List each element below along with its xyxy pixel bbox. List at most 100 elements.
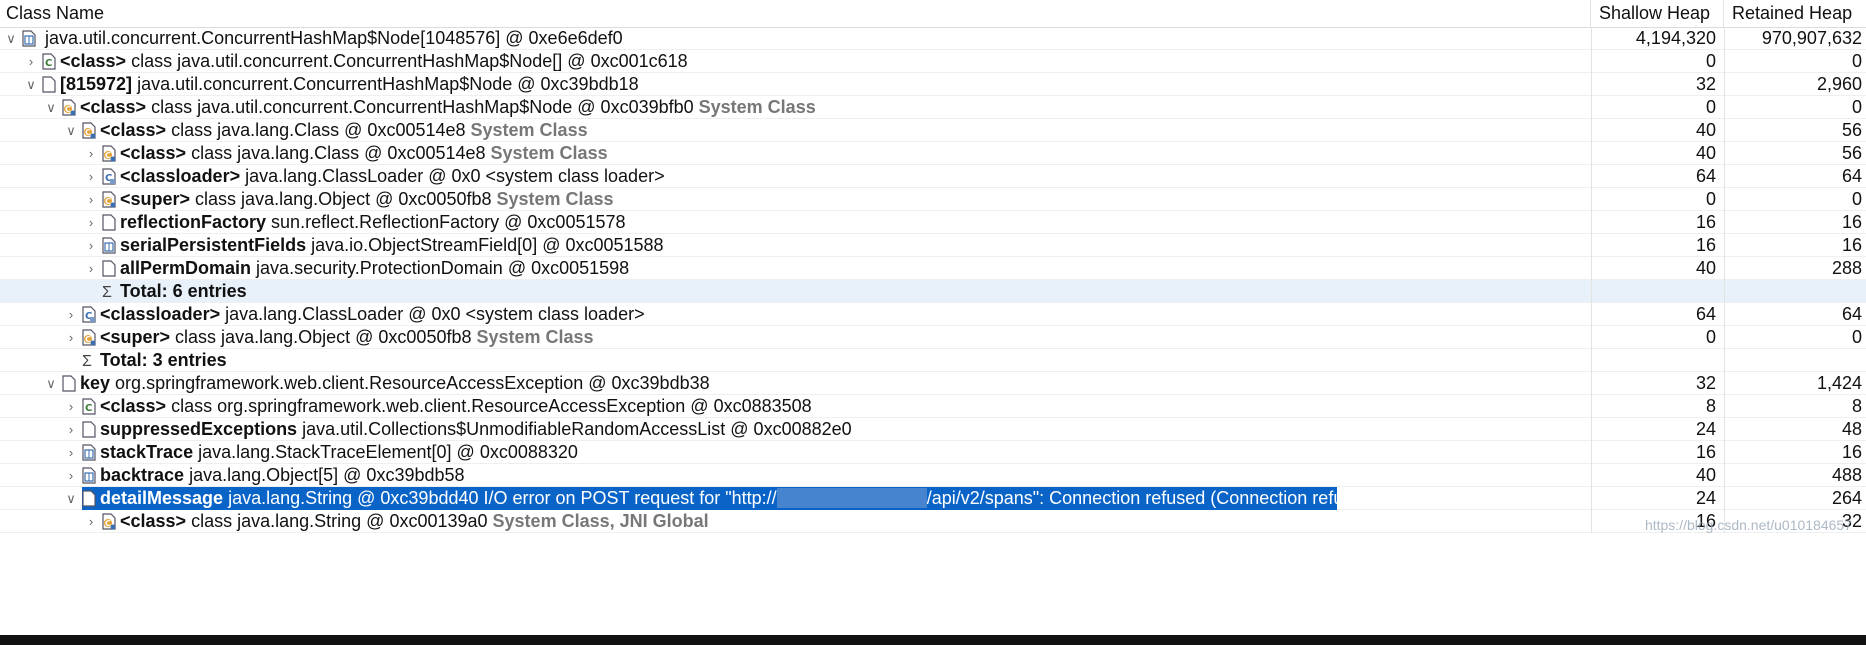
class-name-cell: allPermDomain java.security.ProtectionDo… [102, 257, 1591, 280]
shallow-heap-cell: 0 [1591, 50, 1724, 73]
column-header-class-name[interactable]: Class Name [0, 0, 1591, 27]
system-class-icon: C [62, 99, 76, 116]
table-row[interactable]: ∨ C <class> class java.util.concurrent.Con… [0, 96, 1866, 119]
table-row[interactable]: Σ Total: 3 entries [0, 349, 1866, 372]
class-name-cell: C <classloader> java.lang.ClassLoader @ 0… [82, 303, 1591, 326]
class-name-cell: java.util.concurrent.ConcurrentHashMap$N… [22, 27, 1591, 50]
table-row[interactable]: › C <class> class java.lang.Class @ 0xc005… [0, 142, 1866, 165]
field-name: detailMessage [100, 488, 224, 508]
chevron-right-icon[interactable]: › [64, 326, 78, 349]
table-row[interactable]: › reflectionFactory sun.reflect.Reflectio… [0, 211, 1866, 234]
chevron-down-icon[interactable]: ∨ [64, 119, 78, 142]
svg-text:C: C [85, 128, 91, 137]
object-icon [62, 375, 76, 392]
class-name-cell: C <class> class java.lang.String @ 0xc001… [102, 510, 1591, 533]
column-header-retained-heap[interactable]: Retained Heap [1724, 0, 1866, 27]
system-class-icon: C [102, 513, 116, 530]
chevron-right-icon[interactable]: › [84, 234, 98, 257]
table-row[interactable]: ∨ key org.springframework.web.client.Reso… [0, 372, 1866, 395]
system-class-icon: C [102, 145, 116, 162]
redacted-host [776, 488, 927, 508]
chevron-right-icon[interactable]: › [64, 395, 78, 418]
field-name: Total: 3 entries [100, 350, 227, 370]
shallow-heap-cell: 16 [1591, 234, 1724, 257]
column-header-shallow-heap[interactable]: Shallow Heap [1591, 0, 1724, 27]
chevron-down-icon[interactable]: ∨ [64, 487, 78, 510]
chevron-right-icon[interactable]: › [64, 441, 78, 464]
object-label: java.lang.ClassLoader @ 0x0 <system clas… [220, 304, 645, 324]
field-name: reflectionFactory [120, 212, 267, 232]
object-icon [82, 421, 96, 438]
table-header: Class Name Shallow Heap Retained Heap [0, 0, 1866, 28]
chevron-right-icon[interactable]: › [64, 303, 78, 326]
table-row[interactable]: › backtrace java.lang.Object[5] @ 0xc39bd… [0, 464, 1866, 487]
svg-text:C: C [105, 197, 111, 206]
table-row[interactable]: › C <class> class java.util.concurrent.Con… [0, 50, 1866, 73]
shallow-heap-cell: 24 [1591, 487, 1724, 510]
class-name-cell: Σ Total: 6 entries [102, 280, 1591, 303]
table-row[interactable]: › C <class> class org.springframework.web.… [0, 395, 1866, 418]
shallow-heap-cell: 40 [1591, 257, 1724, 280]
chevron-right-icon[interactable]: › [84, 510, 98, 533]
chevron-down-icon[interactable]: ∨ [44, 96, 58, 119]
object-label: java.util.concurrent.ConcurrentHashMap$N… [132, 74, 639, 94]
shallow-heap-cell: 4,194,320 [1591, 27, 1724, 50]
bottom-bar [0, 635, 1866, 645]
class-note: System Class [491, 189, 614, 209]
class-name-cell: suppressedExceptions java.util.Collectio… [82, 418, 1591, 441]
object-icon [102, 260, 116, 277]
table-row[interactable]: ∨ C <class> class java.lang.Class @ 0xc005… [0, 119, 1866, 142]
class-note: System Class [465, 120, 588, 140]
table-row[interactable]: › C <class> class java.lang.String @ 0xc00… [0, 510, 1866, 533]
array-icon [22, 30, 36, 47]
object-label: sun.reflect.ReflectionFactory @ 0xc00515… [266, 212, 626, 232]
chevron-right-icon[interactable]: › [84, 188, 98, 211]
class-note: System Class [485, 143, 608, 163]
table-row[interactable]: › C <classloader> java.lang.ClassLoader @ … [0, 165, 1866, 188]
chevron-right-icon[interactable]: › [24, 50, 38, 73]
chevron-right-icon[interactable]: › [64, 418, 78, 441]
table-row[interactable]: › allPermDomain java.security.ProtectionD… [0, 257, 1866, 280]
retained-heap-cell: 264 [1724, 487, 1866, 510]
chevron-down-icon[interactable]: ∨ [44, 372, 58, 395]
table-row[interactable]: ∨ [815972] java.util.concurrent.Concurren… [0, 73, 1866, 96]
table-row[interactable]: Σ Total: 6 entries [0, 280, 1866, 303]
object-label: org.springframework.web.client.ResourceA… [110, 373, 710, 393]
retained-heap-cell [1724, 349, 1866, 372]
table-row[interactable]: › suppressedExceptions java.util.Collecti… [0, 418, 1866, 441]
retained-heap-cell: 0 [1724, 326, 1866, 349]
table-row[interactable]: ∨ detailMessage java.lang.String @ 0xc39b… [0, 487, 1866, 510]
retained-heap-cell: 970,907,632 [1724, 27, 1866, 50]
shallow-heap-cell: 40 [1591, 142, 1724, 165]
table-row[interactable]: ∨ java.util.concurrent.ConcurrentHashMap… [0, 27, 1866, 50]
chevron-down-icon[interactable]: ∨ [24, 73, 38, 96]
table-row[interactable]: › C <classloader> java.lang.ClassLoader @ … [0, 303, 1866, 326]
array-icon [82, 444, 96, 461]
class-note: System Class [471, 327, 594, 347]
chevron-right-icon[interactable]: › [84, 211, 98, 234]
classloader-icon: C [82, 306, 96, 323]
chevron-right-icon[interactable]: › [84, 257, 98, 280]
class-name-cell: serialPersistentFields java.io.ObjectStr… [102, 234, 1591, 257]
object-label: java.lang.ClassLoader @ 0x0 <system clas… [240, 166, 665, 186]
chevron-right-icon[interactable]: › [64, 464, 78, 487]
field-name: <classloader> [100, 304, 221, 324]
retained-heap-cell [1724, 280, 1866, 303]
chevron-down-icon[interactable]: ∨ [4, 27, 18, 50]
chevron-right-icon[interactable]: › [84, 165, 98, 188]
svg-text:C: C [45, 58, 52, 69]
retained-heap-cell: 64 [1724, 303, 1866, 326]
sigma-icon: Σ [102, 284, 112, 301]
array-icon [102, 237, 116, 254]
svg-text:C: C [105, 151, 111, 160]
class-note: System Class [693, 97, 816, 117]
object-label: java.lang.StackTraceElement[0] @ 0xc0088… [193, 442, 578, 462]
table-row[interactable]: › C <super> class java.lang.Object @ 0xc00… [0, 326, 1866, 349]
table-row[interactable]: › serialPersistentFields java.io.ObjectSt… [0, 234, 1866, 257]
table-row[interactable]: › C <super> class java.lang.Object @ 0xc00… [0, 188, 1866, 211]
table-row[interactable]: › stackTrace java.lang.StackTraceElement[… [0, 441, 1866, 464]
class-name-cell: reflectionFactory sun.reflect.Reflection… [102, 211, 1591, 234]
retained-heap-cell: 488 [1724, 464, 1866, 487]
class-name-cell: C <class> class org.springframework.web.c… [82, 395, 1591, 418]
chevron-right-icon[interactable]: › [84, 142, 98, 165]
